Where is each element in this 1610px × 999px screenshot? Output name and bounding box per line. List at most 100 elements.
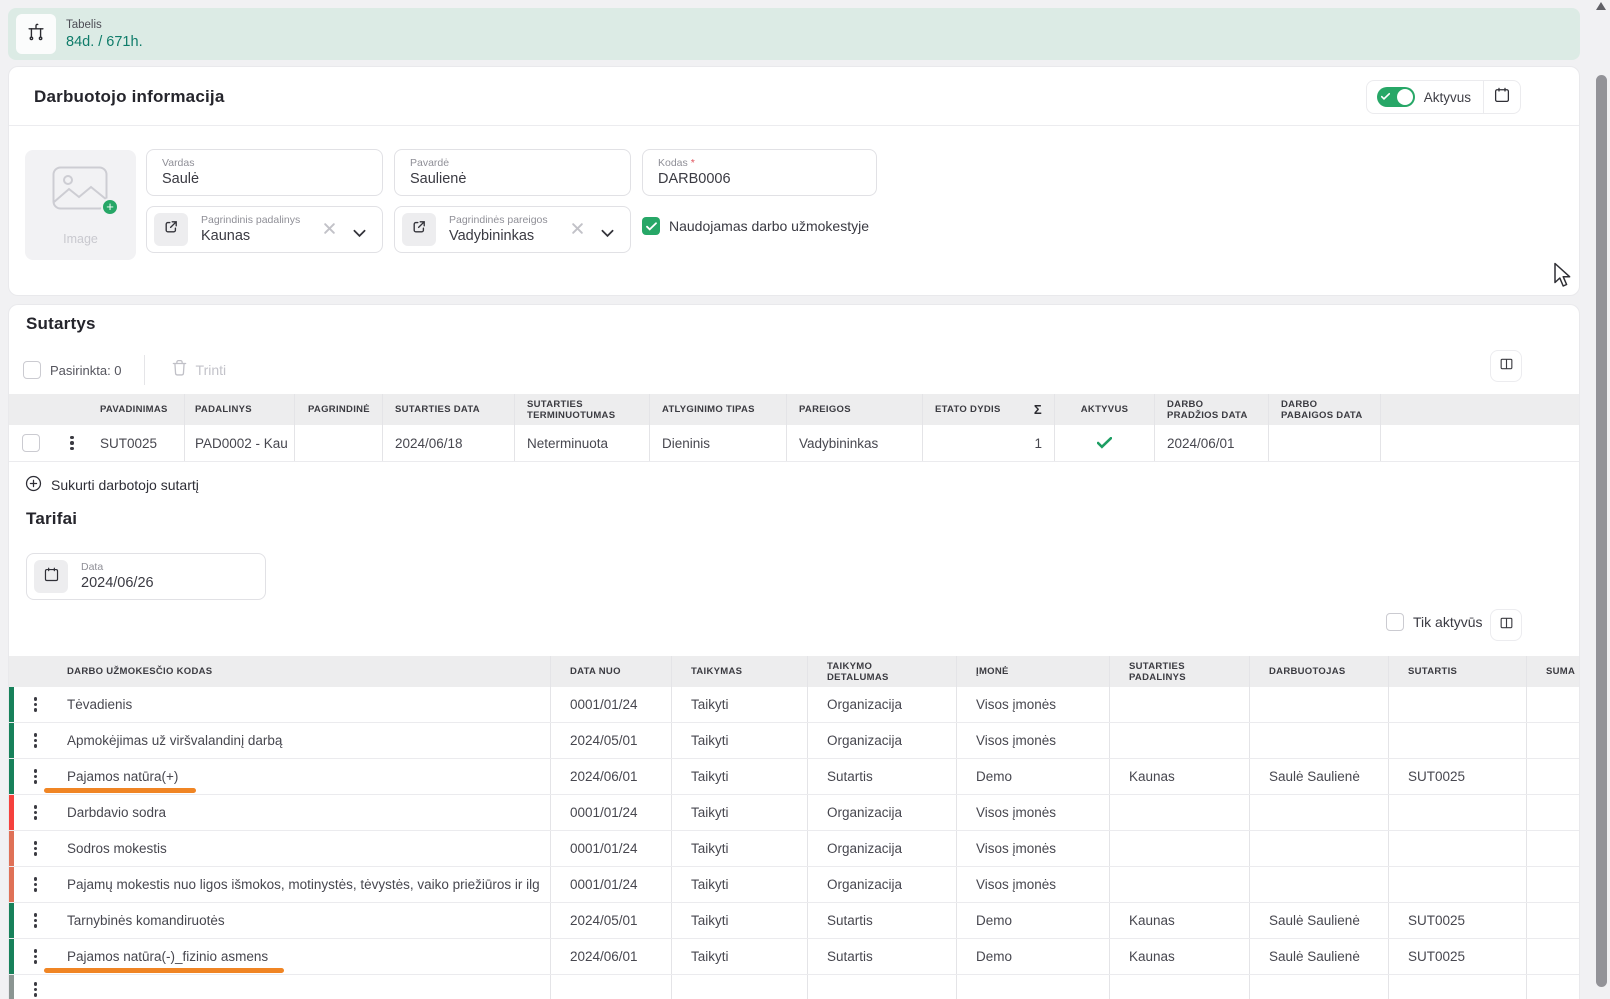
contracts-columns-button[interactable] [1490, 350, 1522, 382]
col-imone: ĮMONĖ [956, 656, 1109, 687]
cell-pavadinimas: SUT0025 [91, 425, 184, 461]
delete-button[interactable]: Trinti [196, 362, 227, 378]
add-photo-icon[interactable]: + [101, 198, 119, 216]
kebab-icon [34, 803, 38, 822]
row-menu-button[interactable] [14, 903, 57, 938]
tariff-row[interactable]: Sodros mokestis 0001/01/24 Taikyti Organ… [9, 831, 1580, 867]
employee-photo-upload[interactable]: + Image [25, 150, 136, 260]
cell-darbo-pabaigos [1268, 425, 1380, 461]
external-link-icon [163, 219, 179, 240]
tariff-row[interactable]: Tėvadienis 0001/01/24 Taikyti Organizaci… [9, 687, 1580, 723]
check-icon [646, 222, 657, 231]
row-menu-button[interactable] [14, 831, 57, 866]
highlight-underline [44, 968, 284, 973]
chevron-down-icon[interactable] [353, 225, 366, 243]
page-title: Darbuotojo informacija [34, 87, 224, 107]
select-all-checkbox[interactable] [23, 361, 41, 379]
pavarde-field[interactable]: Pavardė Saulienė [394, 149, 631, 196]
contracts-table-header: PAVADINIMAS PADALINYS PAGRINDINĖ SUTARTI… [9, 394, 1580, 425]
cell-pagrindine [294, 425, 382, 461]
kodas-value: DARB0006 [658, 171, 731, 187]
pareigos-combo[interactable]: Pagrindinės pareigos Vadybininkas [394, 206, 631, 253]
col-pagrindine: PAGRINDINĖ [294, 394, 382, 425]
clear-icon[interactable] [323, 222, 336, 240]
external-link-icon [411, 219, 427, 240]
contract-row[interactable]: SUT0025 PAD0002 - Kau 2024/06/18 Netermi… [9, 425, 1580, 462]
vertical-scrollbar[interactable] [1592, 0, 1610, 999]
chevron-down-icon[interactable] [601, 225, 614, 243]
row-menu-button[interactable] [14, 867, 57, 902]
active-toggle-group: Aktyvus [1366, 80, 1521, 114]
col-detalumas: TAIKYMO DETALUMAS [807, 656, 956, 687]
contracts-toolbar: Pasirinkta: 0 Trinti [23, 355, 226, 385]
only-active-row: Tik aktyvūs [1386, 613, 1483, 631]
image-placeholder-label: Image [25, 232, 136, 246]
tabelis-button[interactable] [16, 14, 56, 54]
col-sutarties-data: SUTARTIES DATA [382, 394, 514, 425]
cell-aktyvus [1054, 425, 1154, 461]
row-menu-button[interactable] [14, 975, 57, 999]
pavarde-value: Saulienė [410, 171, 466, 187]
kebab-icon [34, 767, 38, 786]
col-terminuotumas: SUTARTIES TERMINUOTUMAS [514, 394, 649, 425]
active-toggle[interactable] [1377, 87, 1415, 107]
col-darbo-pabaigos: DARBO PABAIGOS DATA [1268, 394, 1380, 425]
col-etato-dydis: ETATO DYDISΣ [922, 394, 1054, 425]
cell-darbo-pradzios: 2024/06/01 [1154, 425, 1268, 461]
kodas-field[interactable]: Kodas * DARB0006 [642, 149, 877, 196]
padalinys-combo[interactable]: Pagrindinis padalinys Kaunas [146, 206, 383, 253]
trash-icon[interactable] [171, 359, 188, 382]
only-active-checkbox[interactable] [1386, 613, 1404, 631]
app-page: Tabelis 84d. / 671h. Darbuotojo informac… [0, 0, 1610, 999]
selected-count: Pasirinkta: 0 [50, 363, 122, 378]
active-check-icon [1097, 437, 1112, 449]
required-mark: * [691, 157, 695, 169]
trolley-icon [25, 21, 47, 48]
contracts-and-tariffs-card: Sutartys Pasirinkta: 0 Trinti P [8, 304, 1580, 999]
banner-value: 84d. / 671h. [66, 34, 143, 50]
tabelis-banner: Tabelis 84d. / 671h. [8, 8, 1580, 60]
clear-icon[interactable] [571, 222, 584, 240]
create-contract-link[interactable]: Sukurti darbotojo sutartį [25, 475, 199, 495]
check-icon [1381, 92, 1390, 101]
open-pareigos-button[interactable] [402, 213, 436, 246]
scrollbar-thumb[interactable] [1596, 75, 1607, 987]
col-sutartis: SUTARTIS [1388, 656, 1526, 687]
tariff-row[interactable]: Pajamos natūra(-)_fizinio asmens 2024/06… [9, 939, 1580, 975]
open-padalinys-button[interactable] [154, 213, 188, 246]
tariff-row[interactable]: Pajamos natūra(+) 2024/06/01 Taikyti Sut… [9, 759, 1580, 795]
pavarde-label: Pavardė [410, 157, 449, 169]
columns-icon [1498, 356, 1515, 377]
kebab-icon [34, 875, 38, 894]
kebab-icon [34, 911, 38, 930]
col-aktyvus: AKTYVUS [1054, 394, 1154, 425]
tariff-row[interactable]: Apmokėjimas už viršvalandinį darbą 2024/… [9, 723, 1580, 759]
kebab-icon [34, 731, 38, 750]
tariff-row[interactable] [9, 975, 1580, 999]
tariff-row[interactable]: Tarnybinės komandiruotės 2024/05/01 Taik… [9, 903, 1580, 939]
tariff-row[interactable]: Darbdavio sodra 0001/01/24 Taikyti Organ… [9, 795, 1580, 831]
tariffs-columns-button[interactable] [1490, 609, 1522, 641]
row-menu-button[interactable] [53, 425, 91, 461]
tariff-date-field[interactable]: Data 2024/06/26 [26, 553, 266, 600]
kodas-label: Kodas * [658, 157, 695, 169]
columns-icon [1498, 615, 1515, 636]
history-calendar-button[interactable] [1484, 80, 1520, 114]
vardas-field[interactable]: Vardas Saulė [146, 149, 383, 196]
divider [144, 355, 145, 385]
row-menu-button[interactable] [14, 795, 57, 830]
scroll-up-arrow-icon[interactable] [1596, 2, 1606, 10]
row-checkbox[interactable] [22, 434, 40, 452]
tariff-row[interactable]: Pajamų mokestis nuo ligos išmokos, motin… [9, 867, 1580, 903]
kebab-icon [34, 839, 38, 858]
sigma-icon[interactable]: Σ [1034, 404, 1042, 415]
vardas-value: Saulė [162, 171, 199, 187]
row-menu-button[interactable] [14, 687, 57, 722]
calendar-icon [43, 566, 60, 588]
cell-sutarties-data: 2024/06/18 [382, 425, 514, 461]
row-menu-button[interactable] [14, 723, 57, 758]
date-picker-button[interactable] [34, 560, 68, 593]
plus-circle-icon [25, 475, 42, 495]
pareigos-value: Vadybininkas [449, 228, 534, 244]
payroll-checkbox[interactable] [642, 217, 660, 235]
